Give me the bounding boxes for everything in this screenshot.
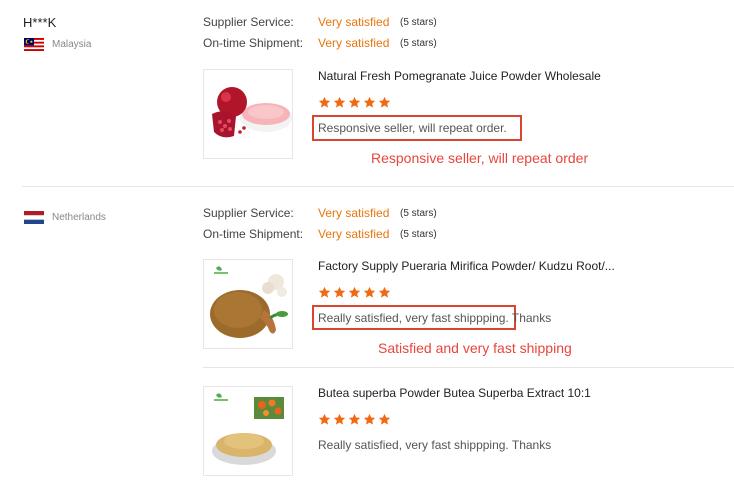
review-text-tail: Thanks	[508, 311, 552, 325]
star-icon	[363, 286, 376, 298]
review-text-main: Really satisfied, very fast shippping.	[318, 311, 509, 325]
product-rating	[318, 286, 391, 299]
product-title[interactable]: Natural Fresh Pomegranate Juice Powder W…	[318, 69, 601, 83]
supplier-service-value: Very satisfied	[318, 15, 390, 29]
review-text: Responsive seller, will repeat order.	[318, 121, 507, 135]
star-icon	[348, 286, 361, 298]
star-icon	[348, 413, 361, 425]
shipment-value: Very satisfied	[318, 227, 390, 241]
product-title[interactable]: Butea superba Powder Butea Superba Extra…	[318, 386, 591, 400]
pueraria-powder-image	[204, 260, 292, 348]
shipment-label: On-time Shipment:	[203, 227, 304, 241]
star-icon	[333, 286, 346, 298]
review-annotation: Satisfied and very fast shipping	[378, 340, 572, 356]
buyer-country: Netherlands	[52, 212, 106, 223]
star-icon	[333, 413, 346, 425]
shipment-value: Very satisfied	[318, 36, 390, 50]
malaysia-flag-icon	[24, 38, 44, 51]
product-divider	[203, 367, 734, 368]
supplier-service-label: Supplier Service:	[203, 206, 294, 220]
shipment-stars: (5 stars)	[400, 38, 437, 49]
review-annotation: Responsive seller, will repeat order	[371, 150, 589, 166]
star-icon	[333, 96, 346, 108]
supplier-service-value: Very satisfied	[318, 206, 390, 220]
star-icon	[363, 96, 376, 108]
product-title[interactable]: Factory Supply Pueraria Mirifica Powder/…	[318, 259, 615, 273]
supplier-service-stars: (5 stars)	[400, 208, 437, 219]
buyer-country: Malaysia	[52, 39, 92, 50]
product-thumbnail[interactable]	[203, 69, 293, 159]
buyer-name: H***K	[23, 15, 57, 30]
netherlands-flag-icon	[24, 211, 44, 224]
star-icon	[318, 413, 331, 425]
review-divider	[22, 186, 734, 187]
supplier-service-label: Supplier Service:	[203, 15, 294, 29]
star-icon	[378, 413, 391, 425]
review-text: Really satisfied, very fast shippping. T…	[318, 311, 551, 325]
supplier-service-stars: (5 stars)	[400, 17, 437, 28]
star-icon	[363, 413, 376, 425]
product-thumbnail[interactable]	[203, 259, 293, 349]
product-thumbnail[interactable]	[203, 386, 293, 476]
star-icon	[378, 96, 391, 108]
shipment-stars: (5 stars)	[400, 229, 437, 240]
star-icon	[318, 286, 331, 298]
shipment-label: On-time Shipment:	[203, 36, 304, 50]
star-icon	[378, 286, 391, 298]
product-rating	[318, 96, 391, 109]
star-icon	[348, 96, 361, 108]
star-icon	[318, 96, 331, 108]
pomegranate-powder-image	[204, 70, 292, 158]
review-text: Really satisfied, very fast shippping. T…	[318, 438, 552, 452]
product-rating	[318, 413, 391, 426]
butea-powder-image	[204, 387, 292, 475]
